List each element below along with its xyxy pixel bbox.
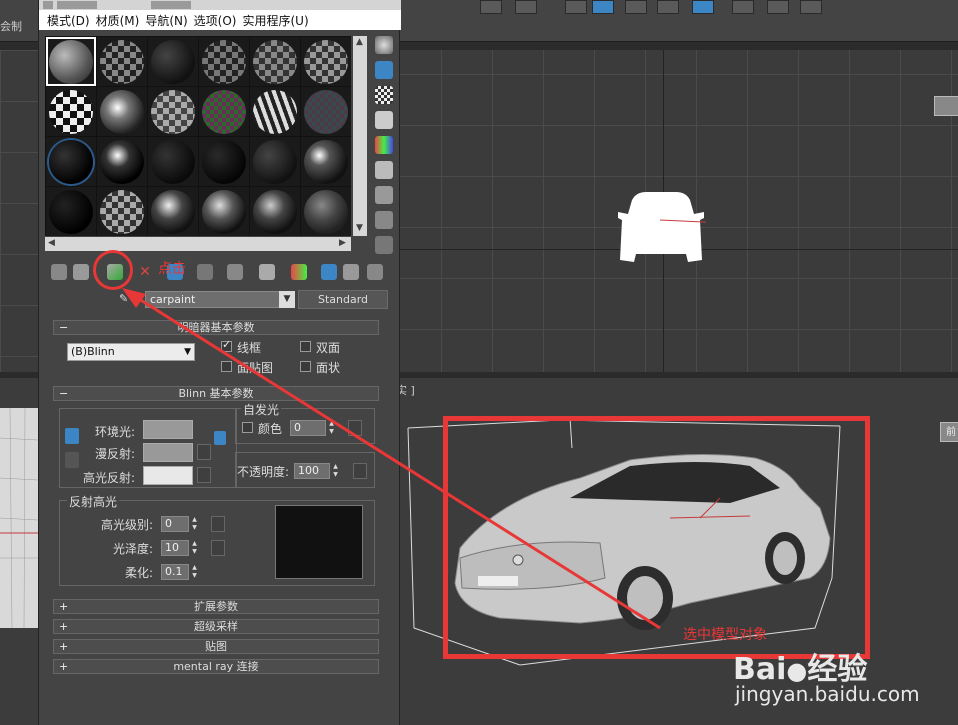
screen: 会制 ] 实 ]: [0, 0, 958, 725]
paw-icon: ●: [786, 657, 808, 685]
annotation-arrow: [122, 288, 661, 630]
watermark-url: jingyan.baidu.com: [735, 682, 920, 706]
